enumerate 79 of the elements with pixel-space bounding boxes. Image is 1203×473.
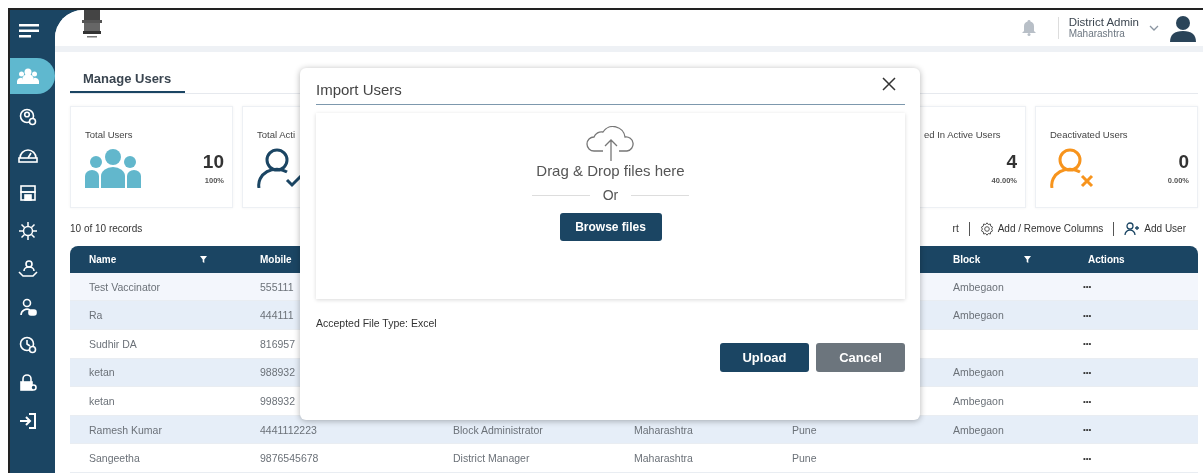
more-actions-button[interactable]: ••• [1079, 310, 1096, 320]
user-gear-icon [18, 108, 37, 126]
user-state: Maharashtra [1068, 27, 1126, 40]
add-user-icon [1124, 222, 1141, 236]
gauge-icon [17, 147, 38, 163]
more-actions-button[interactable]: ••• [1079, 453, 1096, 463]
table-cell: 555111 [260, 280, 294, 293]
table-cell: Sudhir DA [89, 337, 137, 350]
or-text: Or [602, 187, 619, 203]
accepted-file-type: Accepted File Type: Excel [316, 317, 438, 329]
table-cell: 816957 [260, 337, 296, 350]
stat-label: Total Acti [257, 128, 297, 140]
toolbar-link[interactable]: rt [952, 223, 959, 235]
dialog-title: Import Users [316, 80, 402, 98]
users-icon [16, 68, 39, 84]
manage-users-tab[interactable]: Manage Users [70, 67, 186, 93]
more-actions-button[interactable]: ••• [1079, 282, 1096, 292]
stat-value: 10 [202, 150, 224, 173]
menu-icon[interactable] [18, 24, 39, 38]
table-cell: Ra [89, 309, 103, 322]
table-cell: Ambegaon [953, 309, 1004, 322]
more-actions-button[interactable]: ••• [1079, 367, 1096, 377]
table-cell: 9876545678 [260, 452, 319, 465]
stat-value: 4 [1006, 150, 1017, 173]
logout-icon [18, 412, 37, 430]
more-actions-button[interactable]: ••• [1079, 396, 1096, 406]
column-header[interactable]: Block [934, 245, 1069, 273]
cloud-upload-icon [584, 126, 637, 162]
toolbar-link[interactable]: Add User [1124, 222, 1186, 236]
store-icon [18, 184, 37, 202]
hand-user-icon [17, 260, 38, 278]
table-cell: 988932 [260, 366, 296, 379]
records-count: 10 of 10 records [70, 223, 143, 235]
stat-label: Total Users [85, 128, 134, 140]
table-cell: ketan [89, 395, 115, 407]
column-header[interactable]: Name [70, 245, 241, 273]
table-cell: Test Vaccinator [89, 280, 160, 293]
stat-label: ed In Active Users [924, 128, 1002, 140]
table-cell: Maharashtra [634, 423, 693, 436]
avatar-silhouette-icon[interactable] [1169, 13, 1197, 42]
settings-icon [979, 221, 994, 236]
users-group-icon [85, 147, 141, 188]
table-cell: Ambegaon [953, 280, 1004, 293]
user-name: District Admin [1068, 15, 1139, 28]
user-check-icon [257, 147, 303, 188]
table-cell: Ambegaon [953, 423, 1004, 436]
toolbar-link[interactable]: Add / Remove Columns [979, 221, 1104, 236]
drop-zone[interactable]: Drag & Drop files here Or Browse files [316, 113, 905, 299]
user-cross-icon [1050, 147, 1096, 188]
filter-icon[interactable] [200, 255, 207, 263]
table-cell: Pune [792, 452, 817, 465]
table-cell: ketan [89, 366, 115, 379]
chevron-down-icon[interactable] [1149, 24, 1159, 31]
more-actions-button[interactable]: ••• [1079, 339, 1096, 349]
table-cell: Sangeetha [89, 452, 140, 465]
table-cell: Block Administrator [453, 423, 543, 436]
upload-button[interactable]: Upload [720, 343, 809, 372]
table-cell: 444111 [260, 309, 294, 322]
clock-gear-icon [18, 336, 37, 354]
user-badge-icon [18, 298, 37, 316]
lock-gear-icon [18, 374, 37, 392]
table-cell: 4441112223 [260, 423, 317, 436]
table-cell: 998932 [260, 395, 296, 407]
stat-label: Deactivated Users [1050, 128, 1129, 140]
close-icon[interactable] [882, 77, 896, 91]
table-cell: Ambegaon [953, 366, 1004, 379]
sidebar-item[interactable] [10, 58, 55, 94]
table-cell: District Manager [453, 452, 530, 465]
drop-text: Drag & Drop files here [536, 162, 685, 179]
stat-value: 0 [1178, 150, 1189, 173]
cancel-button[interactable]: Cancel [816, 343, 905, 372]
table-cell: Pune [792, 423, 817, 436]
filter-icon[interactable] [1024, 255, 1031, 263]
table-cell: Maharashtra [634, 452, 693, 465]
more-actions-button[interactable]: ••• [1079, 425, 1096, 435]
column-header[interactable]: Actions [1069, 245, 1198, 273]
browse-files-button[interactable]: Browse files [559, 213, 662, 241]
table-cell: Ambegaon [953, 395, 1004, 407]
table-cell: Ramesh Kumar [89, 423, 162, 436]
